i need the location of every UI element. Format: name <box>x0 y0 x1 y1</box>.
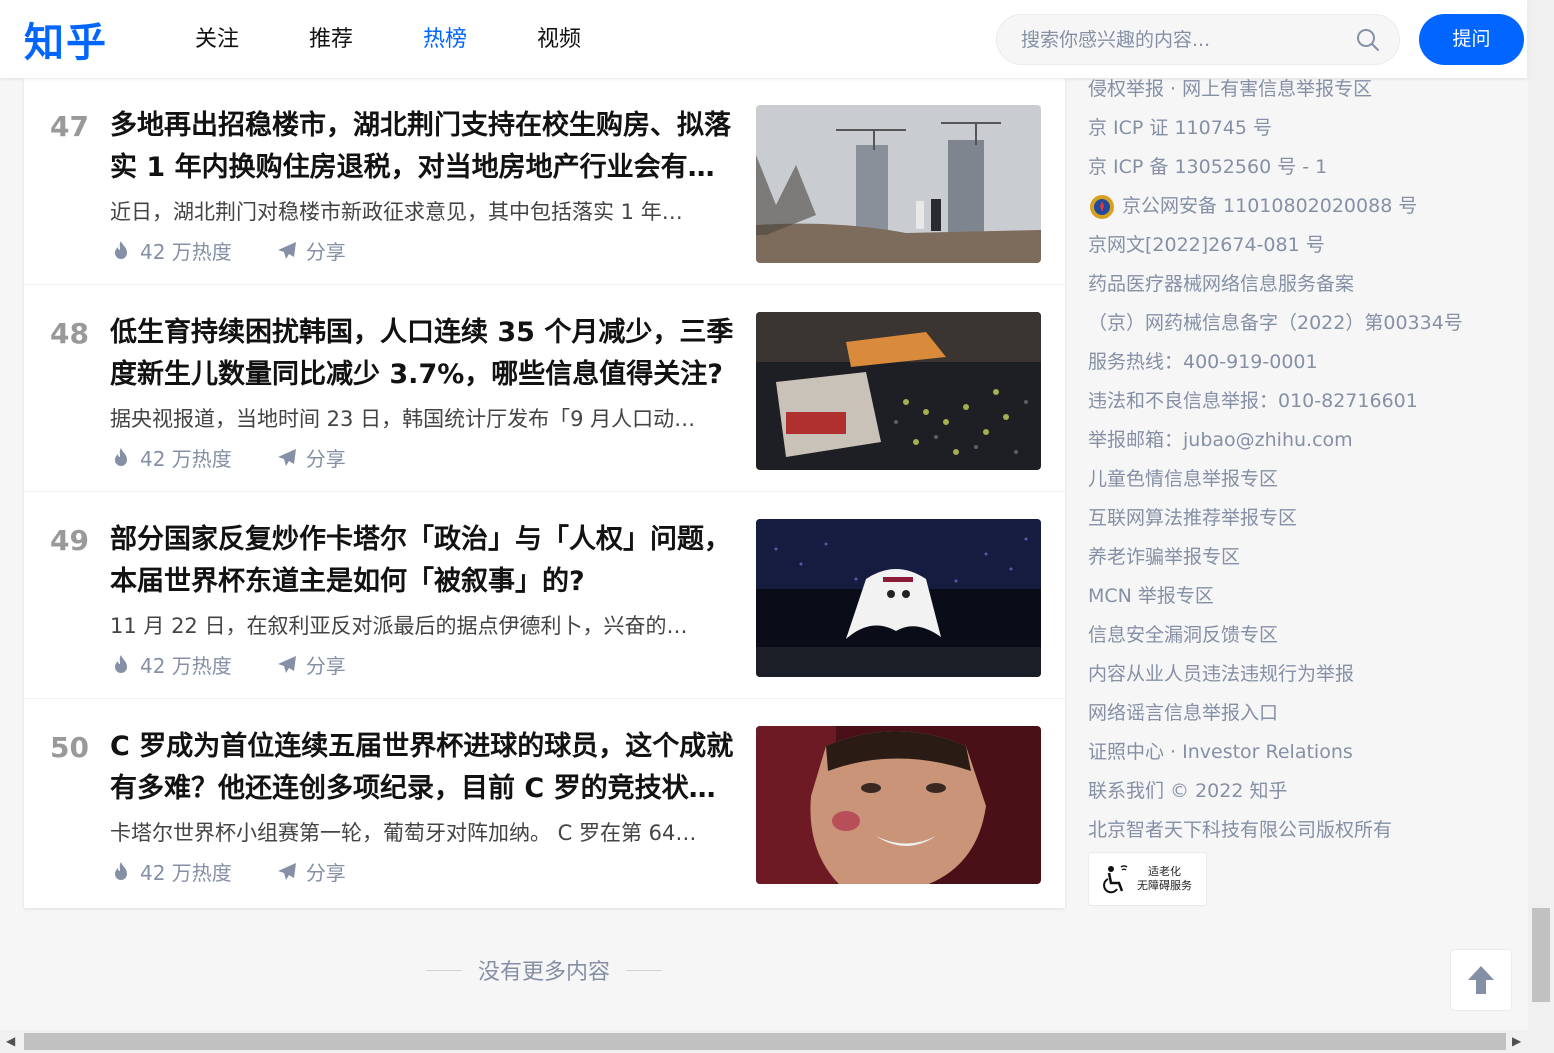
footer-link[interactable]: 证照中心 · Investor Relations <box>1088 733 1518 772</box>
flame-icon <box>115 240 127 259</box>
ask-question-button[interactable]: 提问 <box>1419 14 1524 65</box>
divider-right <box>625 969 662 971</box>
accessibility-label: 适老化 无障碍服务 <box>1137 865 1192 893</box>
tab-recommend[interactable]: 推荐 <box>274 0 388 78</box>
accessibility-line-2: 无障碍服务 <box>1137 879 1192 892</box>
footer-police-record[interactable]: 京公网安备 11010802020088 号 <box>1088 187 1518 226</box>
footer-link[interactable]: （京）网药械信息备字（2022）第00334号 <box>1088 304 1518 343</box>
accessibility-line-1: 适老化 <box>1148 865 1181 878</box>
rank-number: 49 <box>50 524 89 557</box>
footer-copyright: 北京智者天下科技有限公司版权所有 <box>1088 819 1393 841</box>
hot-item-thumbnail[interactable] <box>756 519 1041 677</box>
paper-plane-icon <box>277 241 296 259</box>
site-footer: 侵权举报 · 网上有害信息举报专区 京 ICP 证 110745 号 京 ICP… <box>1088 70 1518 850</box>
hot-item[interactable]: 50 C 罗成为首位连续五届世界杯进球的球员，这个成就有多难？他还连创多项纪录，… <box>24 699 1065 906</box>
share-label: 分享 <box>305 654 346 678</box>
hot-item-thumbnail[interactable] <box>756 312 1041 470</box>
hot-item-title[interactable]: C 罗成为首位连续五届世界杯进球的球员，这个成就有多难？他还连创多项纪录，目前 … <box>110 726 742 810</box>
footer-link[interactable]: 互联网算法推荐举报专区 <box>1088 499 1518 538</box>
footer-report-email[interactable]: 举报邮箱：jubao@zhihu.com <box>1088 421 1518 460</box>
share-button[interactable]: 分享 <box>276 857 346 886</box>
heat-metric: 42 万热度 <box>110 857 232 886</box>
footer-link[interactable]: 京网文[2022]2674-081 号 <box>1088 226 1518 265</box>
paper-plane-icon <box>277 655 296 673</box>
heat-value: 42 万热度 <box>140 240 232 264</box>
hot-item[interactable]: 48 低生育持续困扰韩国，人口连续 35 个月减少，三季度新生儿数量同比减少 3… <box>24 285 1065 492</box>
share-button[interactable]: 分享 <box>276 650 346 679</box>
scroll-left-arrow-icon[interactable]: ◀ <box>6 1034 15 1048</box>
paper-plane-icon <box>277 862 296 880</box>
tab-video[interactable]: 视频 <box>502 0 616 78</box>
footer-link[interactable]: MCN 举报专区 <box>1088 577 1518 616</box>
heat-metric: 42 万热度 <box>110 443 232 472</box>
hot-item-metrics: 42 万热度 分享 <box>110 236 346 265</box>
footer-link[interactable]: 京 ICP 证 110745 号 <box>1088 109 1518 148</box>
hot-item-excerpt[interactable]: 近日，湖北荆门对稳楼市新政征求意见，其中包括落实 1 年… <box>110 196 742 228</box>
footer-link[interactable]: 内容从业人员违法违规行为举报 <box>1088 655 1518 694</box>
hot-item-metrics: 42 万热度 分享 <box>110 857 346 886</box>
no-more-label: 没有更多内容 <box>477 960 610 985</box>
share-button[interactable]: 分享 <box>276 236 346 265</box>
vertical-scrollbar[interactable] <box>1528 0 1554 1030</box>
hot-item-excerpt[interactable]: 11 月 22 日，在叙利亚反对派最后的据点伊德利卜，兴奋的… <box>110 610 742 642</box>
horizontal-scrollbar[interactable]: ◀ ▶ <box>0 1030 1554 1053</box>
footer-link[interactable]: 京 ICP 备 13052560 号 - 1 <box>1088 148 1518 187</box>
police-record-text: 京公网安备 11010802020088 号 <box>1122 195 1418 217</box>
rank-number: 47 <box>50 110 89 143</box>
scroll-right-arrow-icon[interactable]: ▶ <box>1512 1034 1521 1048</box>
footer-link[interactable]: 儿童色情信息举报专区 <box>1088 460 1518 499</box>
hot-item-thumbnail[interactable] <box>756 726 1041 884</box>
hot-item-excerpt[interactable]: 据央视报道，当地时间 23 日，韩国统计厅发布「9 月人口动… <box>110 403 742 435</box>
hot-item-metrics: 42 万热度 分享 <box>110 650 346 679</box>
search-box <box>996 14 1400 65</box>
footer-link[interactable]: 药品医疗器械网络信息服务备案 <box>1088 265 1518 304</box>
police-badge-icon <box>1090 194 1114 219</box>
hot-item[interactable]: 47 多地再出招稳楼市，湖北荆门支持在校生购房、拟落实 1 年内换购住房退税，对… <box>24 78 1065 285</box>
hot-item-title[interactable]: 多地再出招稳楼市，湖北荆门支持在校生购房、拟落实 1 年内换购住房退税，对当地房… <box>110 105 742 189</box>
search-icon[interactable] <box>1355 27 1381 53</box>
hot-item-thumbnail[interactable] <box>756 105 1041 263</box>
tab-hot-list[interactable]: 热榜 <box>388 0 502 78</box>
rank-number: 48 <box>50 317 89 350</box>
share-button[interactable]: 分享 <box>276 443 346 472</box>
accessibility-icon <box>1103 865 1128 894</box>
no-more-content: 没有更多内容 <box>426 954 662 986</box>
heat-value: 42 万热度 <box>140 861 232 885</box>
footer-hotline: 服务热线：400-919-0001 <box>1088 351 1318 373</box>
share-label: 分享 <box>305 861 346 885</box>
hot-list: 47 多地再出招稳楼市，湖北荆门支持在校生购房、拟落实 1 年内换购住房退税，对… <box>24 78 1065 908</box>
tab-follow[interactable]: 关注 <box>160 0 274 78</box>
accessibility-service-button[interactable]: 适老化 无障碍服务 <box>1088 852 1207 906</box>
rank-number: 50 <box>50 731 89 764</box>
footer-link[interactable]: 联系我们 © 2022 知乎 <box>1088 772 1518 811</box>
vertical-scrollbar-thumb[interactable] <box>1532 908 1550 1002</box>
heat-metric: 42 万热度 <box>110 236 232 265</box>
share-label: 分享 <box>305 447 346 471</box>
flame-icon <box>115 447 127 466</box>
footer-link[interactable]: 养老诈骗举报专区 <box>1088 538 1518 577</box>
heat-metric: 42 万热度 <box>110 650 232 679</box>
hot-item[interactable]: 49 部分国家反复炒作卡塔尔「政治」与「人权」问题，本届世界杯东道主是如何「被叙… <box>24 492 1065 699</box>
zhihu-logo[interactable]: 知乎 <box>24 10 108 68</box>
hot-item-title[interactable]: 部分国家反复炒作卡塔尔「政治」与「人权」问题，本届世界杯东道主是如何「被叙事」的… <box>110 519 742 603</box>
heat-value: 42 万热度 <box>140 654 232 678</box>
hot-item-title[interactable]: 低生育持续困扰韩国，人口连续 35 个月减少，三季度新生儿数量同比减少 3.7%… <box>110 312 742 396</box>
paper-plane-icon <box>277 448 296 466</box>
arrow-up-icon <box>1468 966 1494 994</box>
share-label: 分享 <box>305 240 346 264</box>
main-nav: 关注 推荐 热榜 视频 <box>160 0 616 78</box>
hot-item-metrics: 42 万热度 分享 <box>110 443 346 472</box>
heat-value: 42 万热度 <box>140 447 232 471</box>
horizontal-scrollbar-thumb[interactable] <box>24 1033 1506 1050</box>
back-to-top-button[interactable] <box>1450 949 1512 1011</box>
divider-left <box>426 969 462 971</box>
footer-link[interactable]: 网络谣言信息举报入口 <box>1088 694 1518 733</box>
hot-item-excerpt[interactable]: 卡塔尔世界杯小组赛第一轮，葡萄牙对阵加纳。 C 罗在第 64… <box>110 817 742 849</box>
footer-report-phone: 违法和不良信息举报：010-82716601 <box>1088 390 1418 412</box>
flame-icon <box>115 654 127 673</box>
search-input[interactable] <box>1021 15 1341 64</box>
flame-icon <box>115 861 127 880</box>
footer-link[interactable]: 信息安全漏洞反馈专区 <box>1088 616 1518 655</box>
top-header: 知乎 关注 推荐 热榜 视频 提问 <box>0 0 1527 78</box>
